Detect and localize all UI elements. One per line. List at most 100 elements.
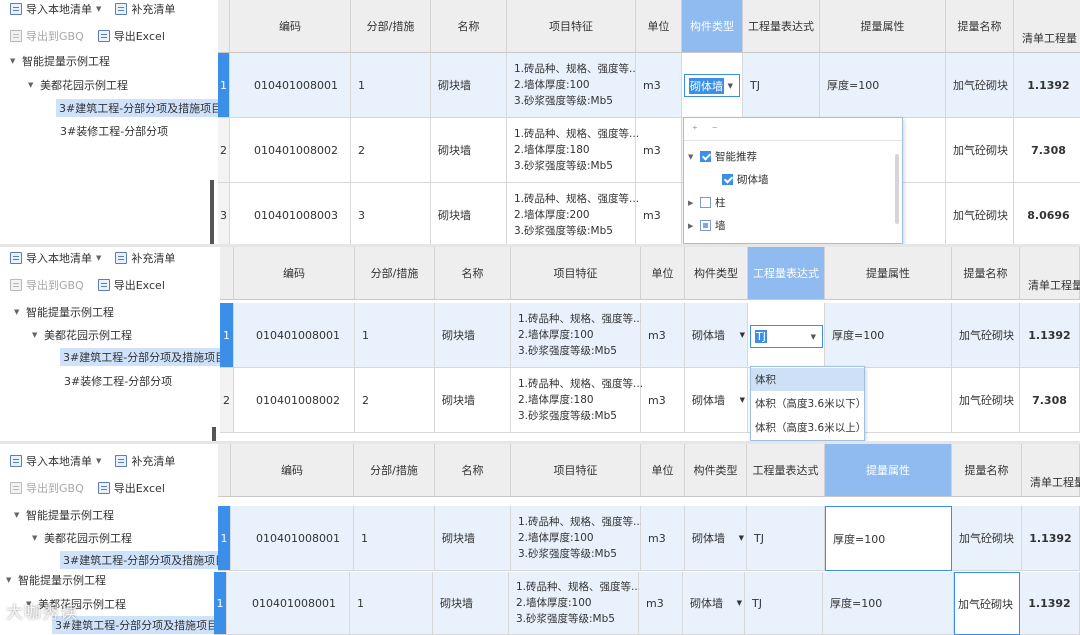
tree-item-building[interactable]: 3#建筑工程-分部分项及措施项目 bbox=[56, 99, 226, 117]
row-number[interactable]: 1 bbox=[218, 53, 230, 118]
cell-unit[interactable]: m3 bbox=[641, 368, 685, 433]
cell-unit[interactable]: m3 bbox=[636, 118, 682, 183]
cell-component-type[interactable]: 砌体墙 ▼ bbox=[683, 572, 745, 635]
cell-code[interactable]: 010401008003 bbox=[230, 183, 351, 244]
cell-division[interactable]: 2 bbox=[355, 368, 435, 433]
dropdown-group-recommended[interactable]: ▼ 智能推荐 bbox=[684, 145, 902, 168]
checkbox-icon[interactable] bbox=[700, 151, 711, 162]
cell-qty[interactable]: 1.1392 bbox=[1020, 303, 1080, 368]
cell-code[interactable]: 010401008001 bbox=[230, 53, 351, 118]
tree-root[interactable]: ▼ 智能提量示例工程 bbox=[14, 506, 114, 524]
header-attr[interactable]: 提量属性 bbox=[825, 247, 952, 300]
cell-qname[interactable]: 加气砼砌块 bbox=[952, 303, 1020, 368]
cell-qname[interactable]: 加气砼砌块 bbox=[952, 506, 1022, 571]
cell-component-type[interactable]: 砌体墙 ▼ bbox=[685, 303, 748, 368]
import-local-list-button[interactable]: 导入本地清单 ▼ bbox=[10, 453, 101, 469]
splitter[interactable] bbox=[212, 427, 216, 441]
header-component-type[interactable]: 构件类型 bbox=[685, 247, 748, 300]
cell-code[interactable]: 010401008001 bbox=[234, 303, 355, 368]
tree-project[interactable]: ▼ 美都花园示例工程 bbox=[32, 326, 132, 344]
row-number[interactable]: 3 bbox=[218, 183, 230, 244]
import-local-list-button[interactable]: 导入本地清单 ▼ bbox=[10, 1, 101, 17]
tree-project[interactable]: ▼ 美都花园示例工程 bbox=[32, 529, 132, 547]
header-component-type[interactable]: 构件类型 bbox=[682, 0, 743, 53]
cell-expression[interactable]: TJ bbox=[745, 572, 823, 635]
cell-name[interactable]: 砌块墙 bbox=[435, 368, 511, 433]
export-gbq-button[interactable]: 导出到GBQ bbox=[10, 480, 84, 496]
cell-unit[interactable]: m3 bbox=[641, 506, 685, 571]
cell-qname[interactable]: 加气砼砌块 bbox=[952, 368, 1020, 433]
export-gbq-button[interactable]: 导出到GBQ bbox=[10, 28, 84, 44]
header-qty[interactable]: 清单工程量 bbox=[1020, 247, 1080, 300]
dropdown-scrollbar[interactable] bbox=[895, 154, 899, 224]
cell-code[interactable]: 010401008001 bbox=[231, 506, 354, 571]
cell-name[interactable]: 砌块墙 bbox=[435, 303, 511, 368]
export-gbq-button[interactable]: 导出到GBQ bbox=[10, 277, 84, 293]
qname-input[interactable]: 加气砼砌块 bbox=[954, 572, 1020, 635]
dropdown-option-masonry-wall[interactable]: 砌体墙 bbox=[684, 168, 902, 191]
component-type-select[interactable]: 砌体墙 ▼ bbox=[684, 74, 740, 97]
header-expression[interactable]: 工程量表达式 bbox=[748, 247, 825, 300]
header-qty[interactable]: 清单工程量 bbox=[1022, 444, 1080, 497]
cell-qty[interactable]: 8.0696 bbox=[1014, 183, 1080, 244]
header-qty[interactable]: 清单工程量 bbox=[1014, 0, 1080, 53]
checkbox-icon[interactable] bbox=[700, 197, 711, 208]
dropdown-option-volume-below[interactable]: 体积（高度3.6米以下） bbox=[751, 392, 866, 415]
attr-input[interactable]: 厚度=100 bbox=[825, 506, 952, 571]
dropdown-option-volume[interactable]: 体积 bbox=[751, 368, 864, 391]
cell-feature[interactable]: 1.砖品种、规格、强度等... 2.墙体厚度:180 3.砂浆强度等级:Mb5 bbox=[507, 118, 639, 183]
header-expression[interactable]: 工程量表达式 bbox=[743, 0, 820, 53]
dropdown-option-wall[interactable]: ▶ 墙 bbox=[684, 214, 902, 237]
cell-attr[interactable]: 厚度=100 bbox=[825, 303, 952, 368]
tree-root[interactable]: ▼ 智能提量示例工程 bbox=[10, 52, 110, 70]
collapse-all-icon[interactable]: ⁻ bbox=[712, 123, 718, 136]
cell-attr[interactable]: 厚度=100 bbox=[820, 53, 946, 118]
header-unit[interactable]: 单位 bbox=[641, 444, 685, 497]
cell-division[interactable]: 3 bbox=[351, 183, 431, 244]
row-number[interactable]: 1 bbox=[214, 572, 227, 635]
cell-division[interactable]: 1 bbox=[355, 303, 435, 368]
row-number[interactable]: 2 bbox=[218, 118, 230, 183]
cell-expression[interactable]: TJ bbox=[747, 506, 825, 571]
tree-item-decoration[interactable]: 3#装修工程-分部分项 bbox=[60, 122, 168, 140]
dropdown-option-column[interactable]: ▶ 柱 bbox=[684, 191, 902, 214]
cell-name[interactable]: 砌块墙 bbox=[431, 53, 507, 118]
checkbox-icon[interactable] bbox=[700, 220, 711, 231]
tree-item-building[interactable]: 3#建筑工程-分部分项及措施项目 bbox=[60, 551, 230, 569]
cell-unit[interactable]: m3 bbox=[636, 183, 682, 244]
cell-feature[interactable]: 1.砖品种、规格、强度等... 2.墙体厚度:180 3.砂浆强度等级:Mb5 bbox=[511, 368, 643, 433]
cell-division[interactable]: 1 bbox=[354, 506, 435, 571]
cell-code[interactable]: 010401008001 bbox=[227, 572, 350, 635]
header-feature[interactable]: 项目特征 bbox=[511, 444, 641, 497]
tree-item-decoration[interactable]: 3#装修工程-分部分项 bbox=[64, 372, 172, 390]
header-qname[interactable]: 提量名称 bbox=[946, 0, 1014, 53]
header-component-type[interactable]: 构件类型 bbox=[685, 444, 747, 497]
header-name[interactable]: 名称 bbox=[435, 247, 511, 300]
tree-item-building[interactable]: 3#建筑工程-分部分项及措施项目 bbox=[60, 348, 230, 366]
header-feature[interactable]: 项目特征 bbox=[507, 0, 636, 53]
cell-qty[interactable]: 1.1392 bbox=[1020, 572, 1080, 635]
checkbox-icon[interactable] bbox=[722, 174, 733, 185]
cell-qty[interactable]: 1.1392 bbox=[1022, 506, 1080, 571]
cell-feature[interactable]: 1.砖品种、规格、强度等... 2.墙体厚度:100 3.砂浆强度等级:Mb5 bbox=[511, 303, 643, 368]
header-code[interactable]: 编码 bbox=[230, 0, 351, 53]
expand-all-icon[interactable]: ⁺ bbox=[692, 123, 698, 136]
header-code[interactable]: 编码 bbox=[234, 247, 355, 300]
cell-unit[interactable]: m3 bbox=[641, 303, 685, 368]
cell-qname[interactable]: 加气砼砌块 bbox=[946, 118, 1014, 183]
header-qname[interactable]: 提量名称 bbox=[952, 247, 1020, 300]
row-number[interactable]: 2 bbox=[220, 368, 234, 433]
cell-unit[interactable]: m3 bbox=[636, 53, 682, 118]
header-division[interactable]: 分部/措施 bbox=[355, 247, 435, 300]
header-division[interactable]: 分部/措施 bbox=[354, 444, 435, 497]
tree-root[interactable]: ▼ 智能提量示例工程 bbox=[14, 303, 114, 321]
tree-project[interactable]: ▼ 美都花园示例工程 bbox=[28, 76, 128, 94]
header-division[interactable]: 分部/措施 bbox=[351, 0, 431, 53]
header-code[interactable]: 编码 bbox=[231, 444, 354, 497]
cell-code[interactable]: 010401008002 bbox=[230, 118, 351, 183]
cell-qty[interactable]: 7.308 bbox=[1020, 368, 1080, 433]
export-excel-button[interactable]: 导出Excel bbox=[97, 277, 165, 293]
cell-name[interactable]: 砌块墙 bbox=[433, 572, 509, 635]
export-excel-button[interactable]: 导出Excel bbox=[97, 480, 165, 496]
cell-feature[interactable]: 1.砖品种、规格、强度等... 2.墙体厚度:100 3.砂浆强度等级:Mb5 bbox=[507, 53, 639, 118]
